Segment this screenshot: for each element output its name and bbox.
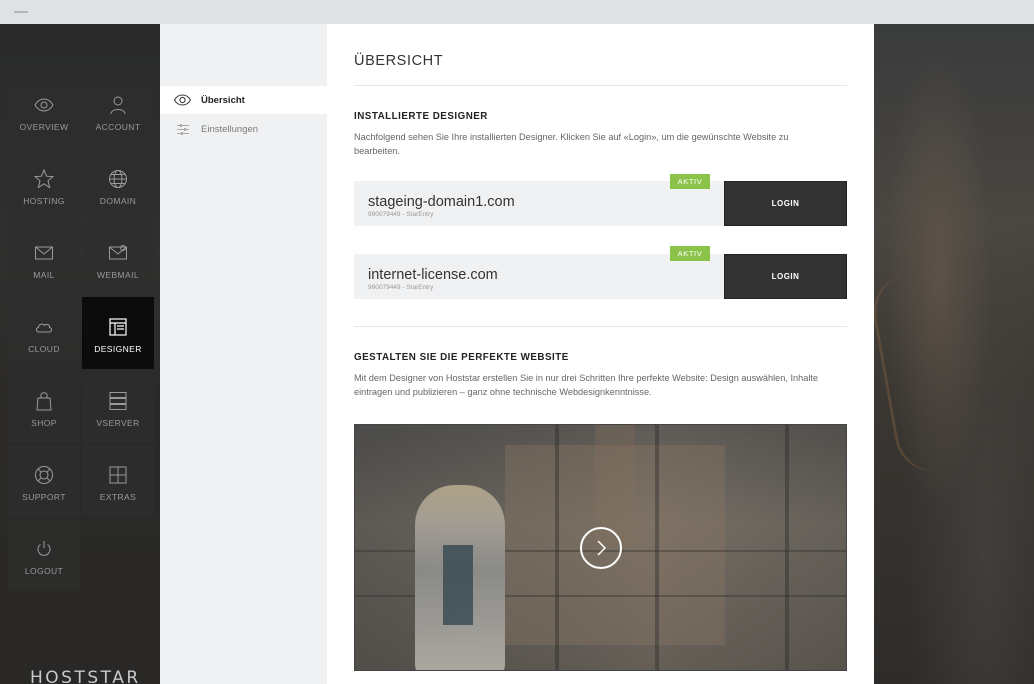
envelope-icon <box>35 246 53 259</box>
nav-label: HOSTING <box>23 195 65 206</box>
nav-label: WEBMAIL <box>96 269 139 280</box>
hoststar-logo[interactable]: HOSTSTAR <box>30 668 141 684</box>
site-domain: stageing-domain1.com <box>368 194 515 210</box>
nav-tile-overview[interactable]: OVERVIEW <box>8 75 80 147</box>
nav-label: ACCOUNT <box>95 121 141 132</box>
site-contract: 990079449 - StarEntry <box>368 284 434 291</box>
nav-label: OVERVIEW <box>19 121 69 132</box>
globe-icon <box>109 169 127 188</box>
layout-icon <box>109 317 127 336</box>
promo-description: Mit dem Designer von Hoststar erstellen … <box>354 373 819 397</box>
nav-label: EXTRAS <box>99 491 137 502</box>
login-button[interactable]: LOGIN <box>724 254 847 299</box>
nav-tile-extras[interactable]: EXTRAS <box>82 445 154 517</box>
server-icon <box>109 391 127 410</box>
status-badge: AKTIV <box>670 246 710 261</box>
nav-tile-support[interactable]: SUPPORT <box>8 445 80 517</box>
nav-tile-designer[interactable]: DESIGNER <box>82 297 154 369</box>
status-badge: AKTIV <box>670 174 710 189</box>
nav-tile-vserver[interactable]: VSERVER <box>82 371 154 443</box>
nav-tile-account[interactable]: ACCOUNT <box>82 75 154 147</box>
site-card: stageing-domain1.com 990079449 - StarEnt… <box>354 181 724 226</box>
nav-label: MAIL <box>33 269 55 280</box>
nav-label: DESIGNER <box>94 343 142 354</box>
eye-icon <box>174 94 191 106</box>
lifebuoy-icon <box>35 465 53 484</box>
sub-navigation: Übersicht Einstellungen <box>160 24 327 684</box>
site-card: internet-license.com 990079449 - StarEnt… <box>354 254 724 299</box>
window-minimize-icon[interactable] <box>14 11 28 13</box>
nav-tile-shop[interactable]: SHOP <box>8 371 80 443</box>
video-scene <box>443 545 473 625</box>
nav-tile-logout[interactable]: LOGOUT <box>8 519 80 591</box>
nav-tile-mail[interactable]: MAIL <box>8 223 80 295</box>
user-icon <box>110 96 126 114</box>
nav-tile-cloud[interactable]: CLOUD <box>8 297 80 369</box>
nav-label: VSERVER <box>96 417 140 428</box>
play-button[interactable] <box>580 527 622 569</box>
window-titlebar <box>0 0 1034 24</box>
divider <box>354 85 847 86</box>
video-scene <box>655 425 659 670</box>
power-icon <box>37 540 51 556</box>
video-scene <box>785 425 789 670</box>
subnav-label: Einstellungen <box>201 123 259 135</box>
cloud-icon <box>36 323 52 332</box>
chevron-right-icon <box>597 540 607 556</box>
site-domain: internet-license.com <box>368 267 498 283</box>
nav-label: SUPPORT <box>22 491 66 502</box>
login-button[interactable]: LOGIN <box>724 181 847 226</box>
nav-label: SHOP <box>31 417 57 428</box>
subnav-label: Übersicht <box>201 94 245 106</box>
divider <box>354 326 847 327</box>
section-title-promo: GESTALTEN SIE DIE PERFEKTE WEBSITE <box>354 352 569 363</box>
nav-label: DOMAIN <box>99 195 137 206</box>
main-navigation: OVERVIEW ACCOUNT HOSTING DOMAIN MAIL WEB… <box>0 24 160 684</box>
nav-tile-hosting[interactable]: HOSTING <box>8 149 80 221</box>
main-content: ÜBERSICHT INSTALLIERTE DESIGNER Nachfolg… <box>327 24 874 684</box>
sliders-icon <box>174 123 191 135</box>
site-contract: 990079449 - StarEntry <box>368 211 434 218</box>
eye-icon <box>34 97 54 112</box>
nav-tile-domain[interactable]: DOMAIN <box>82 149 154 221</box>
star-icon <box>34 168 54 189</box>
page-title: ÜBERSICHT <box>354 53 444 69</box>
grid-icon <box>109 466 127 483</box>
background-photo-right <box>867 24 1034 684</box>
nav-tile-webmail[interactable]: WEBMAIL <box>82 223 154 295</box>
installed-description: Nachfolgend sehen Sie Ihre installierten… <box>354 132 789 156</box>
subnav-item-einstellungen[interactable]: Einstellungen <box>160 115 327 143</box>
nav-label: LOGOUT <box>24 565 64 576</box>
webmail-icon <box>109 244 127 259</box>
subnav-item-uebersicht[interactable]: Übersicht <box>160 86 327 114</box>
promo-video[interactable] <box>354 424 847 671</box>
section-title-installed: INSTALLIERTE DESIGNER <box>354 111 488 122</box>
bag-icon <box>36 391 52 410</box>
hair-detail <box>867 270 961 478</box>
nav-label: CLOUD <box>28 343 60 354</box>
video-scene <box>555 425 559 670</box>
